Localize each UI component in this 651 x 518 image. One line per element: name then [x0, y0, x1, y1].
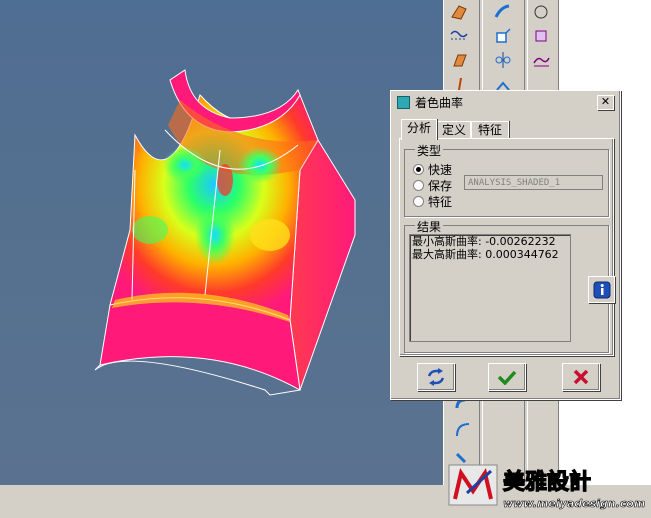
shaded-curvature-dialog: 着色曲率 ✕ 分析 定义 特征 类型 快速 保存 特征 ANALYSIS_SHA…	[390, 90, 621, 400]
brand-url: www.meiyadesign.com	[503, 497, 645, 510]
radio-dot[interactable]	[413, 180, 424, 191]
type-group-legend: 类型	[415, 142, 444, 159]
cancel-button[interactable]	[562, 363, 600, 391]
radio-feature-label: 特征	[428, 195, 453, 209]
results-group: 结果 最小高斯曲率: -0.00262232 最大高斯曲率: 0.0003447…	[404, 218, 615, 353]
dialog-app-icon	[397, 96, 410, 109]
brand-text: 美雅設計	[503, 469, 591, 495]
tab-definition[interactable]: 定义	[437, 121, 471, 139]
radio-save[interactable]: 保存	[413, 177, 452, 194]
watermark-logo: 美雅設計 www.meiyadesign.com	[447, 463, 647, 515]
analysis-name-field[interactable]: ANALYSIS_SHADED_1	[464, 175, 603, 190]
info-button[interactable]	[588, 276, 615, 303]
brand-logo: 美雅設計 www.meiyadesign.com	[448, 464, 646, 510]
circle-icon[interactable]	[528, 0, 554, 24]
mirror-icon[interactable]	[490, 48, 516, 72]
radio-feature[interactable]: 特征	[413, 193, 452, 210]
dialog-titlebar[interactable]: 着色曲率 ✕	[394, 94, 617, 111]
graph-icon[interactable]	[528, 48, 554, 72]
radio-quick[interactable]: 快速	[413, 161, 452, 178]
graphics-viewport[interactable]	[0, 0, 443, 485]
curvature-shaded-surface[interactable]	[0, 0, 443, 485]
wave-icon[interactable]	[446, 24, 472, 48]
dialog-title: 着色曲率	[415, 96, 464, 110]
tab-feature[interactable]: 特征	[471, 121, 509, 139]
tab-analysis[interactable]: 分析	[401, 119, 437, 140]
type-group: 类型 快速 保存 特征 ANALYSIS_SHADED_1	[404, 142, 609, 217]
radio-quick-label: 快速	[428, 163, 453, 177]
max-gaussian-curvature: 最大高斯曲率: 0.000344762	[412, 248, 559, 261]
check-icon	[497, 370, 517, 385]
info-icon	[593, 281, 610, 298]
repaint-button[interactable]	[417, 363, 455, 391]
close-button[interactable]: ✕	[597, 95, 614, 110]
repaint-icon	[427, 368, 445, 386]
sweep-icon[interactable]	[490, 0, 516, 24]
chamfer-icon[interactable]	[450, 418, 476, 442]
square-icon[interactable]	[528, 24, 554, 48]
cross-icon	[573, 369, 589, 385]
extrude-icon[interactable]	[490, 24, 516, 48]
ok-button[interactable]	[488, 363, 526, 391]
plane-icon[interactable]	[446, 48, 472, 72]
radio-dot[interactable]	[413, 164, 424, 175]
radio-dot[interactable]	[413, 196, 424, 207]
analysis-panel: 类型 快速 保存 特征 ANALYSIS_SHADED_1 结果 最小高斯曲率:…	[399, 138, 615, 356]
shell-icon[interactable]	[446, 0, 472, 24]
results-textarea[interactable]: 最小高斯曲率: -0.00262232 最大高斯曲率: 0.000344762	[409, 234, 571, 342]
min-gaussian-curvature: 最小高斯曲率: -0.00262232	[412, 235, 556, 248]
radio-save-label: 保存	[428, 179, 453, 193]
results-group-legend: 结果	[415, 218, 444, 235]
